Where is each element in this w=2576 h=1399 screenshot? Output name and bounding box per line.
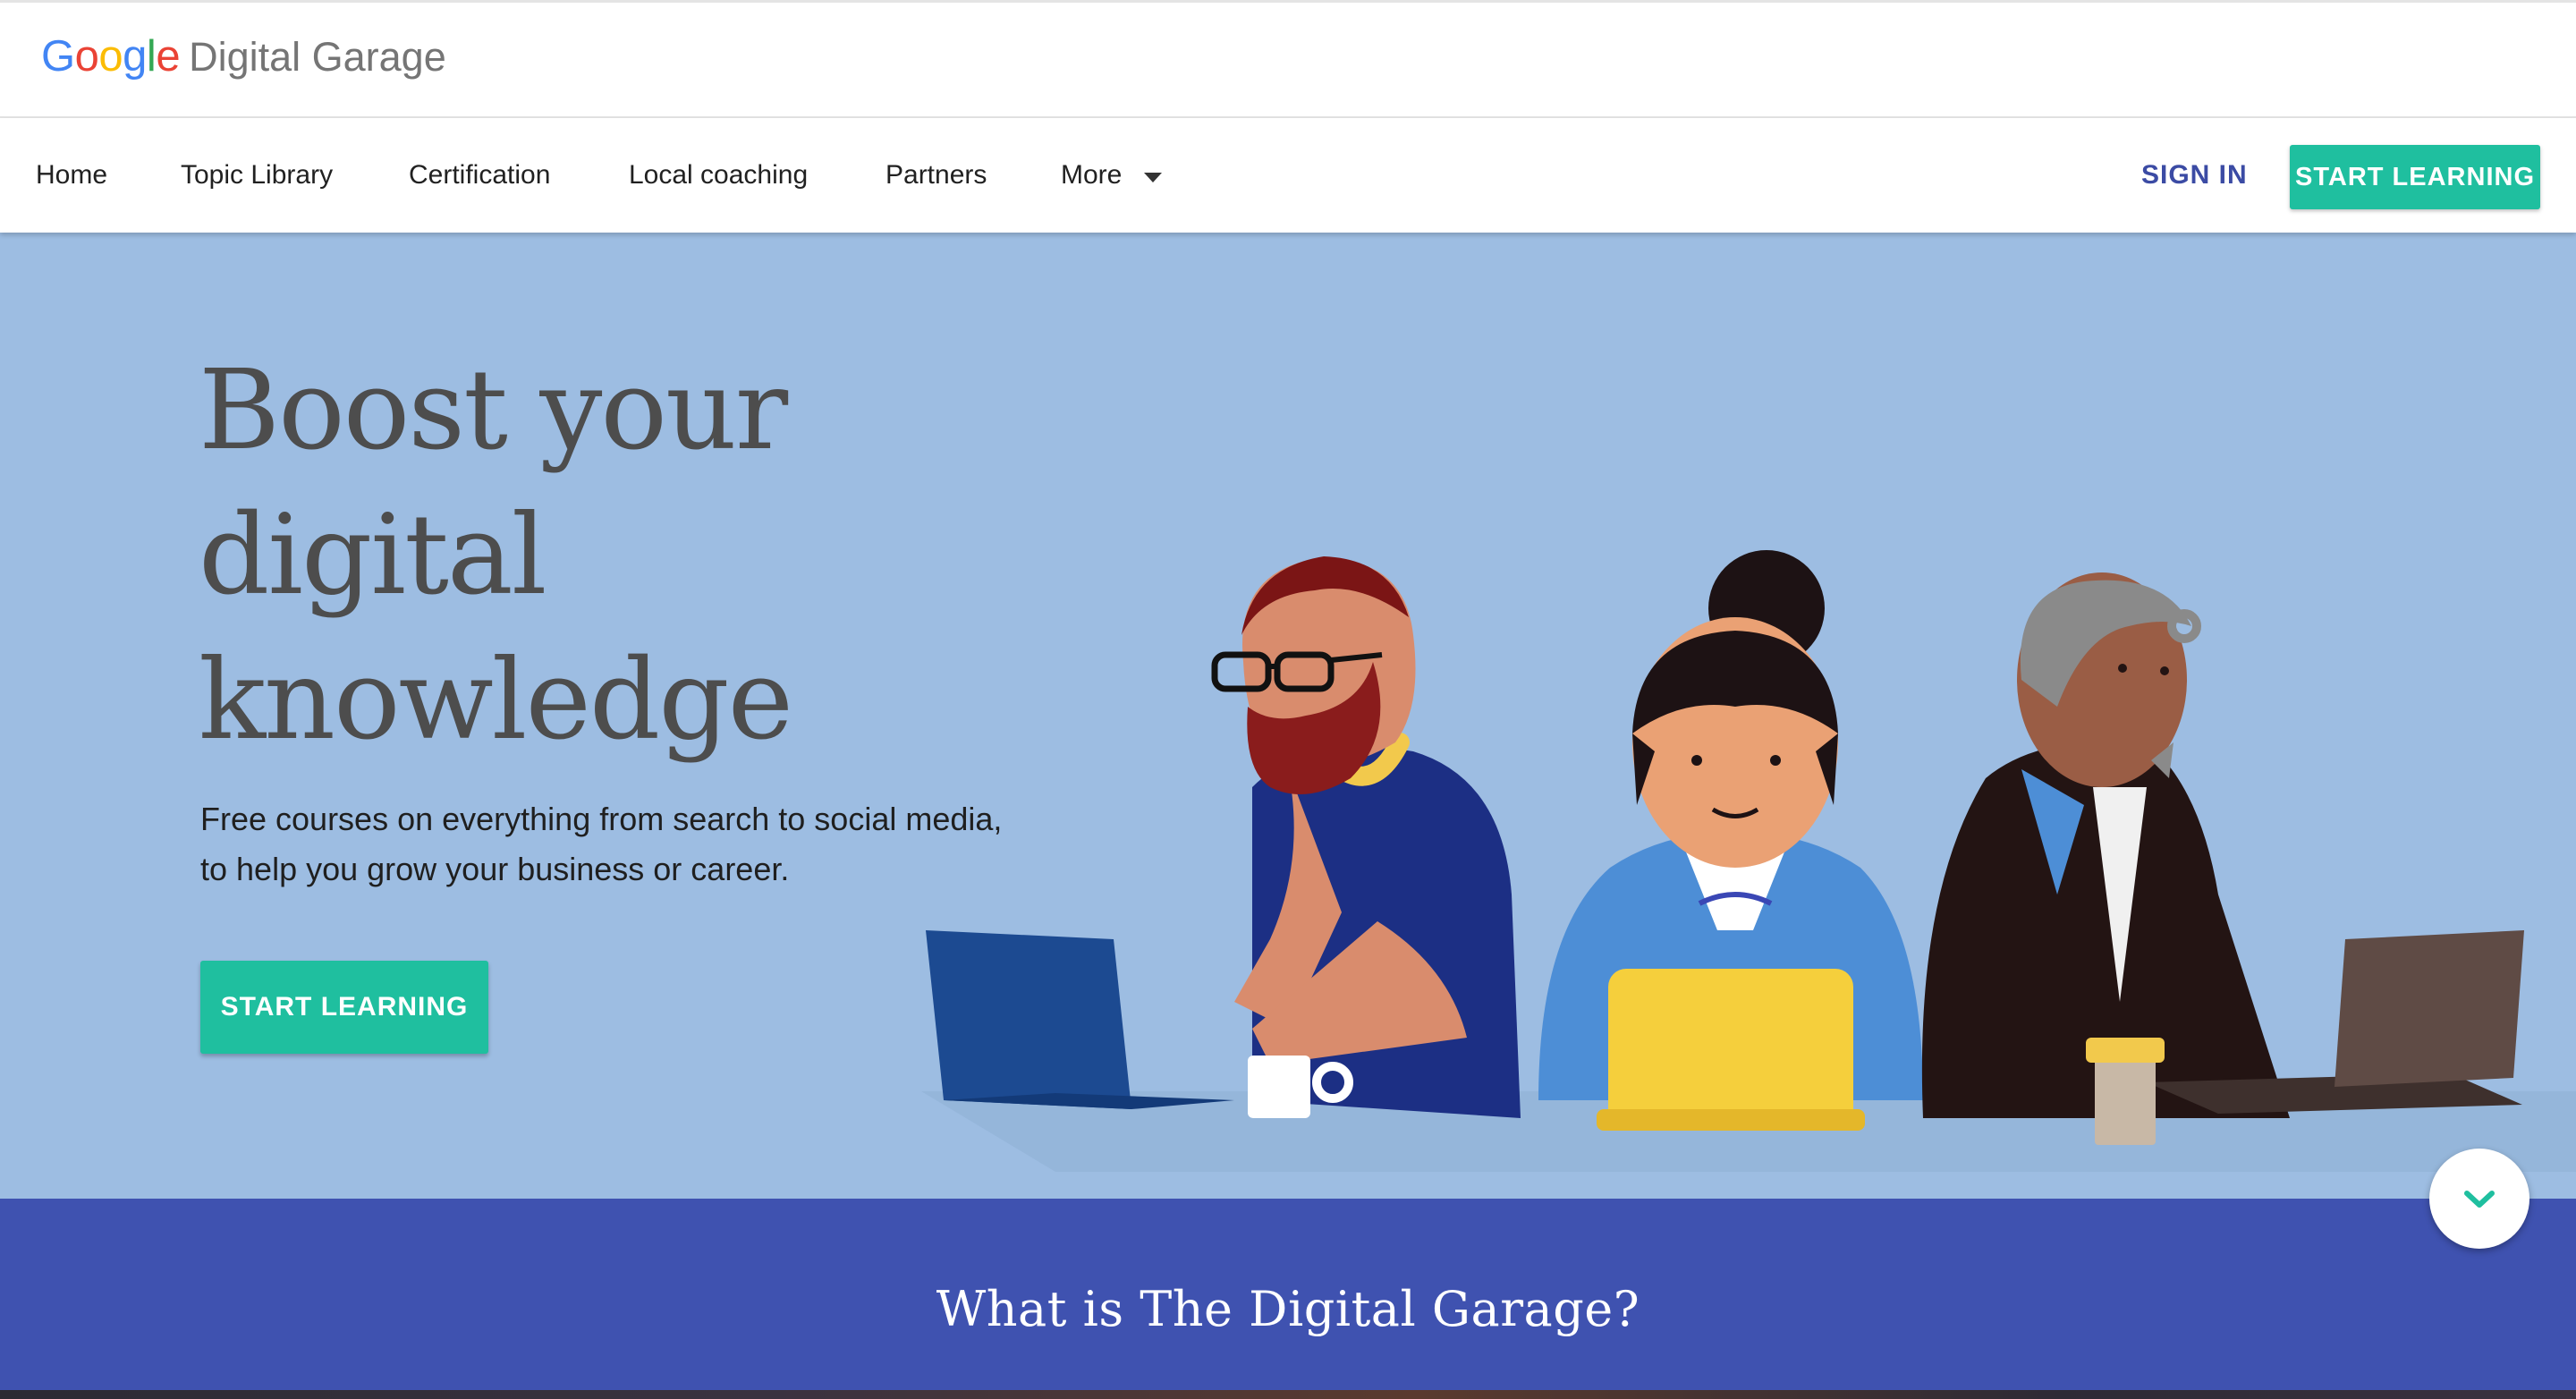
hero-subtitle-line-2: to help you grow your business or career…	[200, 851, 790, 887]
caret-down-icon[interactable]	[1144, 173, 1162, 182]
google-logo-g: G	[41, 32, 75, 81]
sign-in-link[interactable]: SIGN IN	[2141, 118, 2248, 233]
person-older-man	[1921, 572, 2524, 1145]
hero-section: Boost your digital knowledge Free course…	[0, 233, 2576, 1199]
coffee-cup	[2095, 1056, 2156, 1145]
laptop-blue	[926, 930, 1131, 1109]
section-title: What is The Digital Garage?	[936, 1281, 1640, 1337]
site-header: G o o g l e Digital Garage	[0, 0, 2576, 118]
hero-illustration	[921, 550, 2576, 1172]
start-learning-header-button[interactable]: START LEARNING	[2290, 145, 2540, 209]
nav-item-topic-library[interactable]: Topic Library	[181, 118, 333, 233]
google-logo-l: l	[146, 32, 157, 81]
nav-item-local-coaching[interactable]: Local coaching	[629, 118, 808, 233]
chevron-down-icon	[2464, 1191, 2495, 1208]
nav-item-home[interactable]: Home	[36, 118, 107, 233]
next-section-image-strip	[0, 1390, 2576, 1399]
google-logo-o2: o	[98, 32, 123, 81]
nav-item-more[interactable]: More	[1061, 118, 1122, 233]
laptop-yellow	[1608, 969, 1853, 1130]
product-name: Digital Garage	[189, 34, 446, 80]
google-logo-o1: o	[74, 32, 99, 81]
google-logo-g2: g	[123, 32, 147, 81]
scroll-down-button[interactable]	[2429, 1149, 2529, 1249]
hero-subtitle-line-1: Free courses on everything from search t…	[200, 801, 1003, 837]
person-bearded-man	[926, 556, 1521, 1118]
start-learning-hero-button[interactable]: START LEARNING	[200, 961, 488, 1054]
laptop-brown	[2334, 930, 2524, 1087]
main-navigation: Home Topic Library Certification Local c…	[0, 118, 2576, 233]
nav-item-certification[interactable]: Certification	[409, 118, 550, 233]
person-woman-bun	[1538, 550, 1923, 1131]
google-digital-garage-logo[interactable]: G o o g l e Digital Garage	[41, 31, 446, 94]
coffee-mug	[1248, 1056, 1310, 1118]
nav-item-partners[interactable]: Partners	[886, 118, 987, 233]
google-logo-e: e	[156, 32, 181, 81]
what-is-section: What is The Digital Garage?	[0, 1199, 2576, 1390]
